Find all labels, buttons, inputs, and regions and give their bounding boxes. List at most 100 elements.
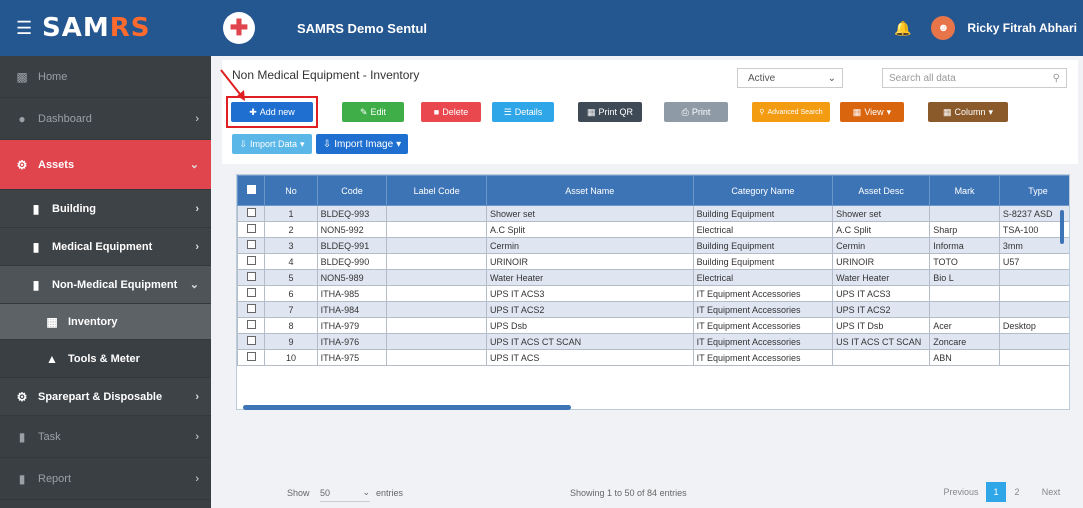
column-header[interactable]: Asset Name xyxy=(485,175,694,206)
caret-down-icon: ▾ xyxy=(396,138,402,150)
table-cell: BLDEQ-993 xyxy=(316,205,388,222)
import-image-button[interactable]: ⇩ Import Image ▾ xyxy=(316,134,408,154)
table-cell: 10 xyxy=(264,349,318,366)
next-button[interactable]: Next xyxy=(1036,482,1066,502)
sidebar-item-task[interactable]: ▮ Task › xyxy=(0,416,211,458)
details-button[interactable]: ☰ Details xyxy=(492,102,554,122)
import-data-button[interactable]: ⇩ Import Data ▾ xyxy=(232,134,312,154)
chevron-down-icon: ⌄ xyxy=(827,72,836,84)
row-checkbox[interactable] xyxy=(237,349,266,366)
table-cell xyxy=(998,285,1069,302)
table-cell: Informa xyxy=(929,237,1000,254)
table-cell: UPS IT ACS2 xyxy=(485,301,694,318)
table-row[interactable]: 5 NON5-989 Water Heater Electrical Water Hea… xyxy=(237,269,1069,286)
page-2-button[interactable]: 2 xyxy=(1010,482,1024,502)
page-title: Non Medical Equipment - Inventory xyxy=(232,68,420,82)
sidebar-item-tools-meter[interactable]: ▲ Tools & Meter xyxy=(0,340,211,378)
row-checkbox[interactable] xyxy=(237,253,266,270)
table-cell: Water Heater xyxy=(485,269,694,286)
hamburger-menu-icon[interactable]: ☰ xyxy=(16,18,32,39)
column-header[interactable]: No xyxy=(264,175,318,206)
table-row[interactable]: 1 BLDEQ-993 Shower set Building Equipment Sh… xyxy=(237,205,1069,222)
bell-icon[interactable]: 🔔 xyxy=(894,20,911,37)
status-select[interactable]: Active ⌄ xyxy=(737,68,843,88)
print-qr-button[interactable]: ▦ Print QR xyxy=(578,102,642,122)
table-row[interactable]: 10 ITHA-975 UPS IT ACS IT Equipment Accesso… xyxy=(237,349,1069,366)
table-cell: Acer xyxy=(929,317,1000,334)
search-input[interactable]: Search all data ⚲ xyxy=(882,68,1067,88)
chevron-right-icon: › xyxy=(195,390,199,403)
palette-icon: ● xyxy=(18,111,26,126)
column-header[interactable]: Mark xyxy=(929,175,1000,206)
column-header[interactable]: Label Code xyxy=(386,175,487,206)
username[interactable]: Ricky Fitrah Abhari xyxy=(967,21,1077,35)
sidebar-item-report[interactable]: ▮ Report › xyxy=(0,458,211,500)
add-new-button[interactable]: ✚ Add new xyxy=(231,102,313,122)
table-cell: Desktop xyxy=(998,317,1069,334)
sidebar-item-home[interactable]: ▩ Home xyxy=(0,56,211,98)
table-cell: URINOIR xyxy=(832,253,931,270)
table-row[interactable]: 4 BLDEQ-990 URINOIR Building Equipment URINO… xyxy=(237,253,1069,270)
edit-button[interactable]: ✎ Edit xyxy=(342,102,404,122)
table-cell xyxy=(929,205,1000,222)
table-cell xyxy=(386,285,487,302)
entries-select[interactable]: 50 ⌄ xyxy=(320,484,370,502)
column-button[interactable]: ▦ Column ▾ xyxy=(928,102,1008,122)
column-header[interactable]: Type xyxy=(998,175,1069,206)
previous-button[interactable]: Previous xyxy=(940,482,982,502)
sidebar-item-sparepart[interactable]: ⚙ Sparepart & Disposable › xyxy=(0,378,211,416)
row-checkbox[interactable] xyxy=(237,317,266,334)
table-cell: TOTO xyxy=(929,253,1000,270)
sidebar-item-dashboard[interactable]: ● Dashboard › xyxy=(0,98,211,140)
sidebar-item-medical-equipment[interactable]: ▮ Medical Equipment › xyxy=(0,228,211,266)
table-row[interactable]: 9 ITHA-976 UPS IT ACS CT SCAN IT Equipment … xyxy=(237,333,1069,350)
advanced-search-button[interactable]: ⚲ Advanced Search xyxy=(752,102,830,122)
sidebar-item-label: Tools & Meter xyxy=(68,352,140,365)
table-row[interactable]: 2 NON5-992 A.C Split Electrical A.C Split Sha… xyxy=(237,221,1069,238)
brand-logo-icon: ✚ xyxy=(223,12,255,44)
sidebar-item-non-medical-equipment[interactable]: ▮ Non-Medical Equipment ⌄ xyxy=(0,266,211,304)
avatar[interactable]: ☻ xyxy=(931,16,956,40)
search-icon: ⚲ xyxy=(1052,72,1060,84)
column-header[interactable]: Category Name xyxy=(692,175,834,206)
table-cell xyxy=(929,301,1000,318)
table-cell: Shower set xyxy=(832,205,931,222)
delete-button[interactable]: ■ Delete xyxy=(421,102,481,122)
row-checkbox[interactable] xyxy=(237,301,266,318)
print-button[interactable]: ⎙ Print xyxy=(664,102,728,122)
sidebar-item-assets[interactable]: ⚙ Assets ⌄ xyxy=(0,140,211,190)
row-checkbox[interactable] xyxy=(237,269,266,286)
table-cell: URINOIR xyxy=(485,253,694,270)
table-row[interactable]: 7 ITHA-984 UPS IT ACS2 IT Equipment Accesso… xyxy=(237,301,1069,318)
table-row[interactable]: 6 ITHA-985 UPS IT ACS3 IT Equipment Accesso… xyxy=(237,285,1069,302)
table-cell xyxy=(386,221,487,238)
building-icon: ▮ xyxy=(32,277,40,292)
table-cell: UPS IT ACS3 xyxy=(485,285,694,302)
table-cell: BLDEQ-991 xyxy=(316,237,388,254)
sidebar-item-building[interactable]: ▮ Building › xyxy=(0,190,211,228)
table-cell xyxy=(998,269,1069,286)
row-checkbox[interactable] xyxy=(237,205,266,222)
sidebar-item-label: Medical Equipment xyxy=(52,240,153,253)
row-checkbox[interactable] xyxy=(237,237,266,254)
page-1-button[interactable]: 1 xyxy=(986,482,1006,502)
table-row[interactable]: 8 ITHA-979 UPS Dsb IT Equipment Accessories… xyxy=(237,317,1069,334)
sidebar-item-inventory[interactable]: ▦ Inventory xyxy=(0,304,211,340)
row-checkbox[interactable] xyxy=(237,333,266,350)
row-checkbox[interactable] xyxy=(237,285,266,302)
vertical-scrollbar[interactable] xyxy=(1060,210,1064,244)
column-header[interactable]: Asset Desc xyxy=(832,175,931,206)
sidebar-item-label: Inventory xyxy=(68,315,118,328)
view-button[interactable]: ▦ View ▾ xyxy=(840,102,904,122)
app-logo: SAMRS xyxy=(42,13,151,43)
upload-icon: ⇩ xyxy=(322,138,332,150)
upload-icon: ⇩ xyxy=(239,138,247,149)
top-bar: ✚ SAMRS Demo Sentul 🔔 ☻ Ricky Fitrah Abh… xyxy=(211,0,1083,56)
sidebar-item-label: Dashboard xyxy=(38,112,92,125)
select-all-checkbox[interactable] xyxy=(237,175,266,206)
table-cell xyxy=(386,253,487,270)
horizontal-scrollbar[interactable] xyxy=(243,405,571,410)
column-header[interactable]: Code xyxy=(316,175,388,206)
table-row[interactable]: 3 BLDEQ-991 Cermin Building Equipment Cermin… xyxy=(237,237,1069,254)
row-checkbox[interactable] xyxy=(237,221,266,238)
